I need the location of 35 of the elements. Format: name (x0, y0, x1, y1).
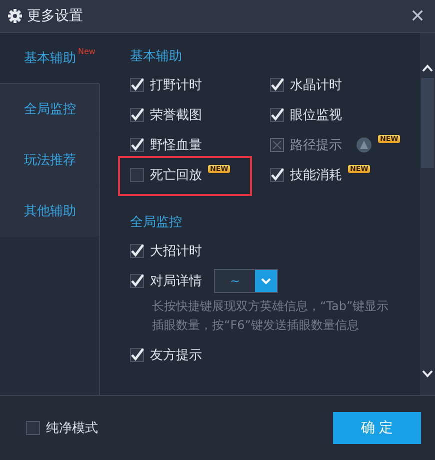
dropdown[interactable]: ~ (214, 269, 278, 293)
checkbox[interactable] (130, 244, 144, 258)
option-label: 友方提示 (150, 347, 202, 364)
section-heading: 基本辅助 (130, 48, 183, 65)
option-label: 打野计时 (150, 77, 202, 94)
checkbox[interactable] (130, 348, 144, 362)
checkbox[interactable] (130, 138, 144, 152)
option-label: 技能消耗 (290, 167, 342, 184)
sidebar-tab[interactable]: 全局监控 (0, 84, 100, 135)
close-button[interactable]: ✕ (408, 5, 427, 27)
checkbox[interactable] (130, 168, 144, 182)
option-description: 长按快捷键展现双方英雄信息，“Tab”键显示插眼数量，按“F6”键发送插眼数量信息 (151, 298, 390, 334)
option-label: 荣誉截图 (150, 107, 202, 124)
checkbox[interactable] (270, 168, 284, 182)
confirm-button[interactable]: 确 定 (333, 412, 421, 444)
gear-icon (8, 9, 22, 23)
checkbox[interactable] (26, 421, 40, 435)
option-label: 路径提示 (290, 137, 342, 154)
sidebar-tab[interactable]: 其他辅助 (0, 186, 100, 237)
checkbox[interactable] (130, 274, 144, 288)
checkbox[interactable] (270, 108, 284, 122)
option-label: 死亡回放 (150, 167, 202, 184)
sidebar-tab[interactable]: 玩法推荐 (0, 135, 100, 186)
option-label: 对局详情 (150, 273, 202, 290)
checkbox[interactable] (270, 78, 284, 92)
checkbox[interactable] (130, 108, 144, 122)
option-label: 水晶计时 (290, 77, 342, 94)
checkbox[interactable] (130, 78, 144, 92)
option-label: 纯净模式 (46, 420, 98, 437)
window-title: 更多设置 (27, 7, 84, 25)
option-label: 大招计时 (150, 243, 202, 260)
option-label: 野怪血量 (150, 137, 202, 154)
section-heading: 全局监控 (130, 214, 183, 231)
chevron-down-icon (261, 278, 271, 284)
option-label: 眼位监视 (290, 107, 342, 124)
